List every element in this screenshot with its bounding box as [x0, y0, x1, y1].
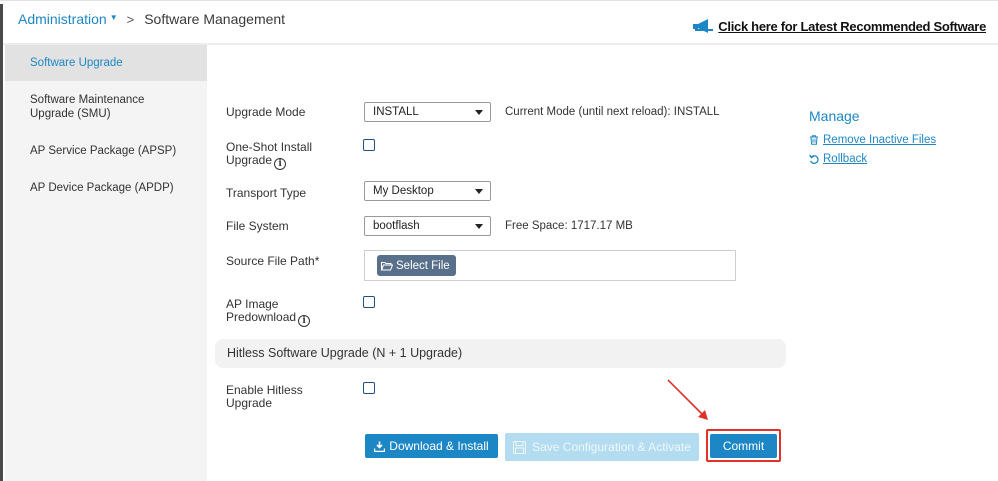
save-activate-label: Save Configuration & Activate — [532, 440, 691, 454]
remove-inactive-files-label: Remove Inactive Files — [823, 134, 937, 146]
manage-title: Manage — [809, 108, 860, 124]
breadcrumb-administration[interactable]: Administration — [18, 11, 107, 27]
source-file-path-label: Source File Path* — [226, 254, 320, 268]
transport-type-value: My Desktop — [373, 185, 434, 197]
window-left-edge — [0, 0, 3, 481]
enable-hitless-label-line2: Upgrade — [226, 396, 273, 410]
ap-image-label-line2: Predownload i — [226, 310, 311, 327]
transport-type-label: Transport Type — [226, 186, 307, 200]
folder-open-icon — [381, 261, 393, 270]
dropdown-arrow-icon — [475, 224, 483, 229]
select-file-label: Select File — [396, 259, 450, 272]
dropdown-arrow-icon — [475, 189, 483, 194]
source-file-path-field[interactable]: Select File — [364, 250, 736, 281]
one-shot-label-line2-text: Upgrade — [226, 153, 273, 167]
download-icon — [374, 441, 386, 452]
ap-image-predownload-checkbox[interactable] — [363, 296, 375, 308]
sidebar-item-apsp[interactable]: AP Service Package (APSP) — [5, 144, 207, 158]
latest-link-text[interactable]: Click here for Latest Recommended Softwa… — [718, 19, 986, 34]
rollback-label: Rollback — [823, 153, 868, 165]
upgrade-mode-value: INSTALL — [373, 106, 419, 118]
download-install-button[interactable]: Download & Install — [365, 434, 498, 458]
sidebar: Software Upgrade Software Maintenance Up… — [5, 45, 207, 481]
latest-recommended-software-link[interactable]: Click here for Latest Recommended Softwa… — [693, 17, 986, 35]
ap-image-predownload-label: AP Image Predownload i — [226, 298, 311, 327]
current-mode-note: Current Mode (until next reload): INSTAL… — [505, 106, 720, 118]
remove-inactive-files-link[interactable]: Remove Inactive Files — [809, 134, 936, 146]
enable-hitless-upgrade-label: Enable Hitless Upgrade — [226, 384, 303, 410]
file-system-label: File System — [226, 219, 289, 233]
page-title: Software Management — [144, 11, 286, 27]
upgrade-mode-select[interactable]: INSTALL — [364, 102, 491, 122]
save-icon — [513, 440, 527, 454]
sidebar-item-apdp[interactable]: AP Device Package (APDP) — [5, 181, 207, 195]
dropdown-arrow-icon — [475, 110, 483, 115]
one-shot-install-checkbox[interactable] — [363, 139, 375, 151]
save-configuration-activate-button[interactable]: Save Configuration & Activate — [505, 433, 699, 461]
file-system-select[interactable]: bootflash — [364, 216, 491, 236]
breadcrumb: Administration ▼ > Software Management — [18, 11, 285, 27]
ap-image-label-line2-text: Predownload — [226, 310, 297, 324]
chevron-right-icon: > — [126, 11, 135, 27]
file-system-value: bootflash — [373, 220, 420, 232]
upgrade-mode-label: Upgrade Mode — [226, 105, 306, 119]
trash-icon — [810, 135, 818, 145]
rollback-link[interactable]: Rollback — [809, 153, 867, 165]
sidebar-item-smu[interactable]: Software Maintenance Upgrade (SMU) — [5, 93, 185, 121]
enable-hitless-upgrade-checkbox[interactable] — [363, 382, 375, 394]
info-icon[interactable]: i — [298, 315, 311, 327]
info-icon[interactable]: i — [274, 158, 287, 170]
select-file-button[interactable]: Select File — [377, 255, 456, 276]
one-shot-install-label: One-Shot Install Upgrade i — [226, 141, 312, 170]
free-space-note: Free Space: 1717.17 MB — [505, 220, 633, 232]
commit-button[interactable]: Commit — [710, 434, 777, 458]
window-top-edge — [0, 0, 998, 4]
megaphone-icon — [693, 19, 714, 33]
rollback-icon — [809, 154, 819, 164]
sidebar-item-software-upgrade[interactable]: Software Upgrade — [5, 45, 207, 81]
caret-down-icon[interactable]: ▼ — [110, 13, 118, 22]
download-install-label: Download & Install — [389, 439, 489, 453]
hitless-upgrade-section-header: Hitless Software Upgrade (N + 1 Upgrade) — [215, 339, 786, 368]
transport-type-select[interactable]: My Desktop — [364, 181, 491, 201]
one-shot-label-line2: Upgrade i — [226, 154, 312, 170]
annotation-arrow-icon — [667, 379, 708, 420]
